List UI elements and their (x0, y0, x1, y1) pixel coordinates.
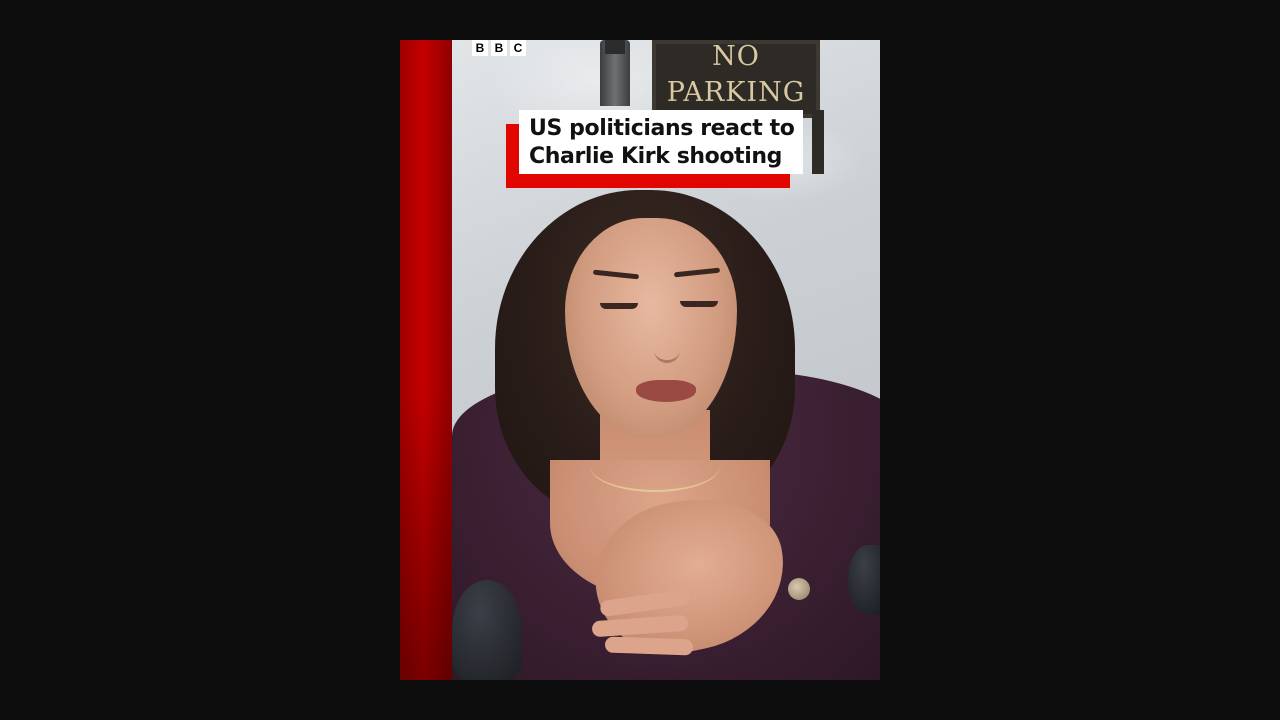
mouth (636, 380, 696, 402)
video-frame[interactable]: NO PARKING B B C US politicians react to… (400, 40, 880, 680)
microphone-right (848, 545, 880, 615)
bollard-cap (605, 40, 625, 54)
sign-text-line-2: PARKING (666, 77, 806, 108)
bbc-logo-letter: B (472, 40, 488, 56)
finger (604, 636, 694, 656)
lapel-pin (788, 578, 810, 600)
sign-post (812, 110, 824, 174)
no-parking-sign: NO PARKING (652, 40, 820, 118)
headline-line-1: US politicians react to (529, 116, 795, 141)
bbc-logo-letter: C (510, 40, 526, 56)
right-eye (680, 301, 718, 307)
headline-caption: US politicians react to Charlie Kirk sho… (519, 110, 803, 174)
red-side-band-shadow (400, 390, 452, 680)
left-eye (600, 303, 638, 309)
headline-line-2: Charlie Kirk shooting (529, 144, 782, 169)
necklace (590, 440, 720, 492)
nose (654, 320, 680, 363)
sign-text-line-1: NO (712, 41, 760, 72)
player-backdrop: NO PARKING B B C US politicians react to… (0, 0, 1280, 720)
microphone-left (452, 580, 522, 680)
bbc-logo-letter: B (491, 40, 507, 56)
bbc-logo: B B C (472, 40, 526, 56)
